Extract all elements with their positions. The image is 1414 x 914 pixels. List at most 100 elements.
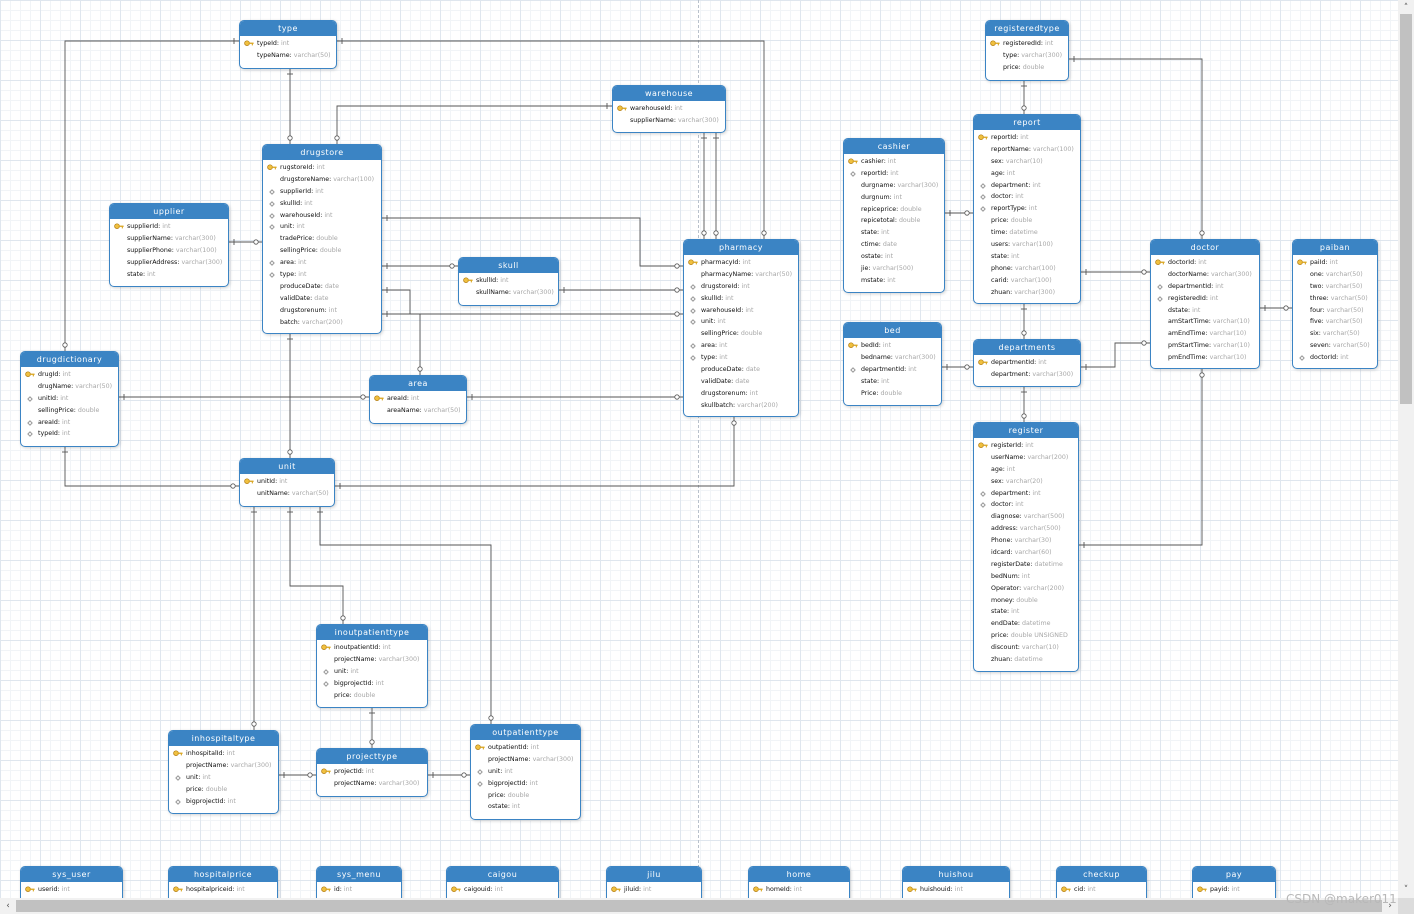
field-row[interactable]: supplierName: varchar(300) xyxy=(110,233,228,245)
field-row[interactable]: produceDate: date xyxy=(263,281,381,293)
field-row[interactable]: doctorId: int xyxy=(1151,257,1259,269)
field-row[interactable]: age: int xyxy=(974,168,1080,180)
field-row[interactable]: inhospitalId: int xyxy=(169,748,278,760)
field-row[interactable]: typeId: int xyxy=(21,428,118,440)
field-row[interactable]: money: double xyxy=(974,595,1078,607)
field-row[interactable]: seven: varchar(50) xyxy=(1293,340,1377,352)
field-row[interactable]: userName: varchar(200) xyxy=(974,452,1078,464)
field-row[interactable]: skullName: varchar(300) xyxy=(459,287,558,299)
field-row[interactable]: pmStartTime: varchar(10) xyxy=(1151,340,1259,352)
field-row[interactable]: type: int xyxy=(263,269,381,281)
field-row[interactable]: state: int xyxy=(974,251,1080,263)
field-row[interactable]: price: double xyxy=(471,790,580,802)
field-row[interactable]: areaId: int xyxy=(370,393,466,405)
field-row[interactable]: payid: int xyxy=(1193,884,1275,896)
relationship-line[interactable] xyxy=(336,105,612,144)
diagram-canvas[interactable]: type typeId: int typeName: varchar(50) ware… xyxy=(0,0,1398,898)
relationship-line[interactable] xyxy=(337,40,765,239)
field-row[interactable]: registerId: int xyxy=(974,440,1078,452)
field-row[interactable]: diagnose: varchar(500) xyxy=(974,511,1078,523)
field-row[interactable]: sellingPrice: double xyxy=(684,328,798,340)
field-row[interactable]: state: int xyxy=(844,376,941,388)
field-row[interactable]: amEndTime: varchar(10) xyxy=(1151,328,1259,340)
table-sys-menu[interactable]: sys_menu id: int xyxy=(316,866,402,898)
field-row[interactable]: departmentId: int xyxy=(844,364,941,376)
field-row[interactable]: sex: varchar(20) xyxy=(974,476,1078,488)
field-row[interactable]: five: varchar(50) xyxy=(1293,316,1377,328)
field-row[interactable]: drugstorenum: int xyxy=(263,305,381,317)
field-row[interactable]: inoutpatientId: int xyxy=(317,642,427,654)
field-row[interactable]: price: double xyxy=(974,215,1080,227)
field-row[interactable]: discount: varchar(10) xyxy=(974,642,1078,654)
field-row[interactable]: durgnum: int xyxy=(844,192,944,204)
field-row[interactable]: validDate: date xyxy=(684,376,798,388)
table-outpatienttype[interactable]: outpatienttype outpatientId: int projectNa… xyxy=(470,724,581,820)
field-row[interactable]: drugstoreName: varchar(100) xyxy=(263,174,381,186)
field-row[interactable]: two: varchar(50) xyxy=(1293,281,1377,293)
field-row[interactable]: state: int xyxy=(110,269,228,281)
field-row[interactable]: Operator: varchar(200) xyxy=(974,583,1078,595)
field-row[interactable]: userid: int xyxy=(21,884,122,896)
table-drugstore[interactable]: drugstore rugstoreId: int drugstoreName: v… xyxy=(262,144,382,334)
field-row[interactable]: bigprojectId: int xyxy=(169,796,278,808)
field-row[interactable]: typeName: varchar(50) xyxy=(240,50,336,62)
field-row[interactable]: unit: int xyxy=(169,772,278,784)
field-row[interactable]: phone: varchar(100) xyxy=(974,263,1080,275)
table-home[interactable]: home homeId: int xyxy=(748,866,850,898)
field-row[interactable]: age: int xyxy=(974,464,1078,476)
relationship-line[interactable] xyxy=(64,40,239,351)
relationship-line[interactable] xyxy=(1069,58,1203,239)
table-huishou[interactable]: huishou huishouid: int xyxy=(902,866,1010,898)
field-row[interactable]: doctorId: int xyxy=(1293,352,1377,364)
table-pay[interactable]: pay payid: int xyxy=(1192,866,1276,898)
field-row[interactable]: price: double xyxy=(317,690,427,702)
table-paiban[interactable]: paiban paiId: int one: varchar(50) two: var… xyxy=(1292,239,1378,369)
scroll-left-arrow-icon[interactable]: ‹ xyxy=(0,898,16,914)
table-caigou[interactable]: caigou caigouid: int xyxy=(446,866,559,898)
field-row[interactable]: validDate: date xyxy=(263,293,381,305)
field-row[interactable]: projectName: varchar(300) xyxy=(317,778,427,790)
table-doctor[interactable]: doctor doctorId: int doctorName: varchar(3… xyxy=(1150,239,1260,369)
field-row[interactable]: department: varchar(300) xyxy=(974,369,1080,381)
field-row[interactable]: sellingPrice: double xyxy=(263,245,381,257)
field-row[interactable]: repicetotal: double xyxy=(844,215,944,227)
field-row[interactable]: warehouseId: int xyxy=(613,103,725,115)
field-row[interactable]: Price: double xyxy=(844,388,941,400)
field-row[interactable]: six: varchar(50) xyxy=(1293,328,1377,340)
field-row[interactable]: department: int xyxy=(974,180,1080,192)
field-row[interactable]: zhuan: datetime xyxy=(974,654,1078,666)
field-row[interactable]: one: varchar(50) xyxy=(1293,269,1377,281)
field-row[interactable]: type: int xyxy=(684,352,798,364)
field-row[interactable]: unit: int xyxy=(684,316,798,328)
field-row[interactable]: registeredId: int xyxy=(986,38,1068,50)
field-row[interactable]: ostate: int xyxy=(471,801,580,813)
table-inoutpatienttype[interactable]: inoutpatienttype inoutpatientId: int proje… xyxy=(316,624,428,708)
field-row[interactable]: supplierAddress: varchar(300) xyxy=(110,257,228,269)
field-row[interactable]: price: double xyxy=(986,62,1068,74)
field-row[interactable]: pharmacyId: int xyxy=(684,257,798,269)
table-bed[interactable]: bed bedId: int bedname: varchar(300) depart… xyxy=(843,322,942,406)
field-row[interactable]: supplierId: int xyxy=(263,186,381,198)
field-row[interactable]: bedname: varchar(300) xyxy=(844,352,941,364)
field-row[interactable]: reportId: int xyxy=(974,132,1080,144)
field-row[interactable]: Phone: varchar(30) xyxy=(974,535,1078,547)
field-row[interactable]: amStartTime: varchar(10) xyxy=(1151,316,1259,328)
field-row[interactable]: id: int xyxy=(317,884,401,896)
field-row[interactable]: projectName: varchar(300) xyxy=(317,654,427,666)
field-row[interactable]: skullbatch: varchar(200) xyxy=(684,400,798,412)
field-row[interactable]: idcard: varchar(60) xyxy=(974,547,1078,559)
field-row[interactable]: doctor: int xyxy=(974,499,1078,511)
field-row[interactable]: mstate: int xyxy=(844,275,944,287)
table-cashier[interactable]: cashier cashier: int reportId: int durgname… xyxy=(843,138,945,293)
table-inhospitaltype[interactable]: inhospitaltype inhospitalId: int projectNa… xyxy=(168,730,279,814)
field-row[interactable]: unit: int xyxy=(471,766,580,778)
table-sys-user[interactable]: sys_user userid: int xyxy=(20,866,123,898)
table-hospitalprice[interactable]: hospitalprice hospitalpriceid: int xyxy=(168,866,278,898)
table-registeredtype[interactable]: registeredtype registeredId: int type: var… xyxy=(985,20,1069,81)
field-row[interactable]: ostate: int xyxy=(844,251,944,263)
field-row[interactable]: rugstoreId: int xyxy=(263,162,381,174)
table-register[interactable]: register registerId: int userName: varchar… xyxy=(973,422,1079,672)
field-row[interactable]: department: int xyxy=(974,488,1078,500)
table-projecttype[interactable]: projecttype projectId: int projectName: va… xyxy=(316,748,428,797)
relationship-line[interactable] xyxy=(1079,369,1203,546)
